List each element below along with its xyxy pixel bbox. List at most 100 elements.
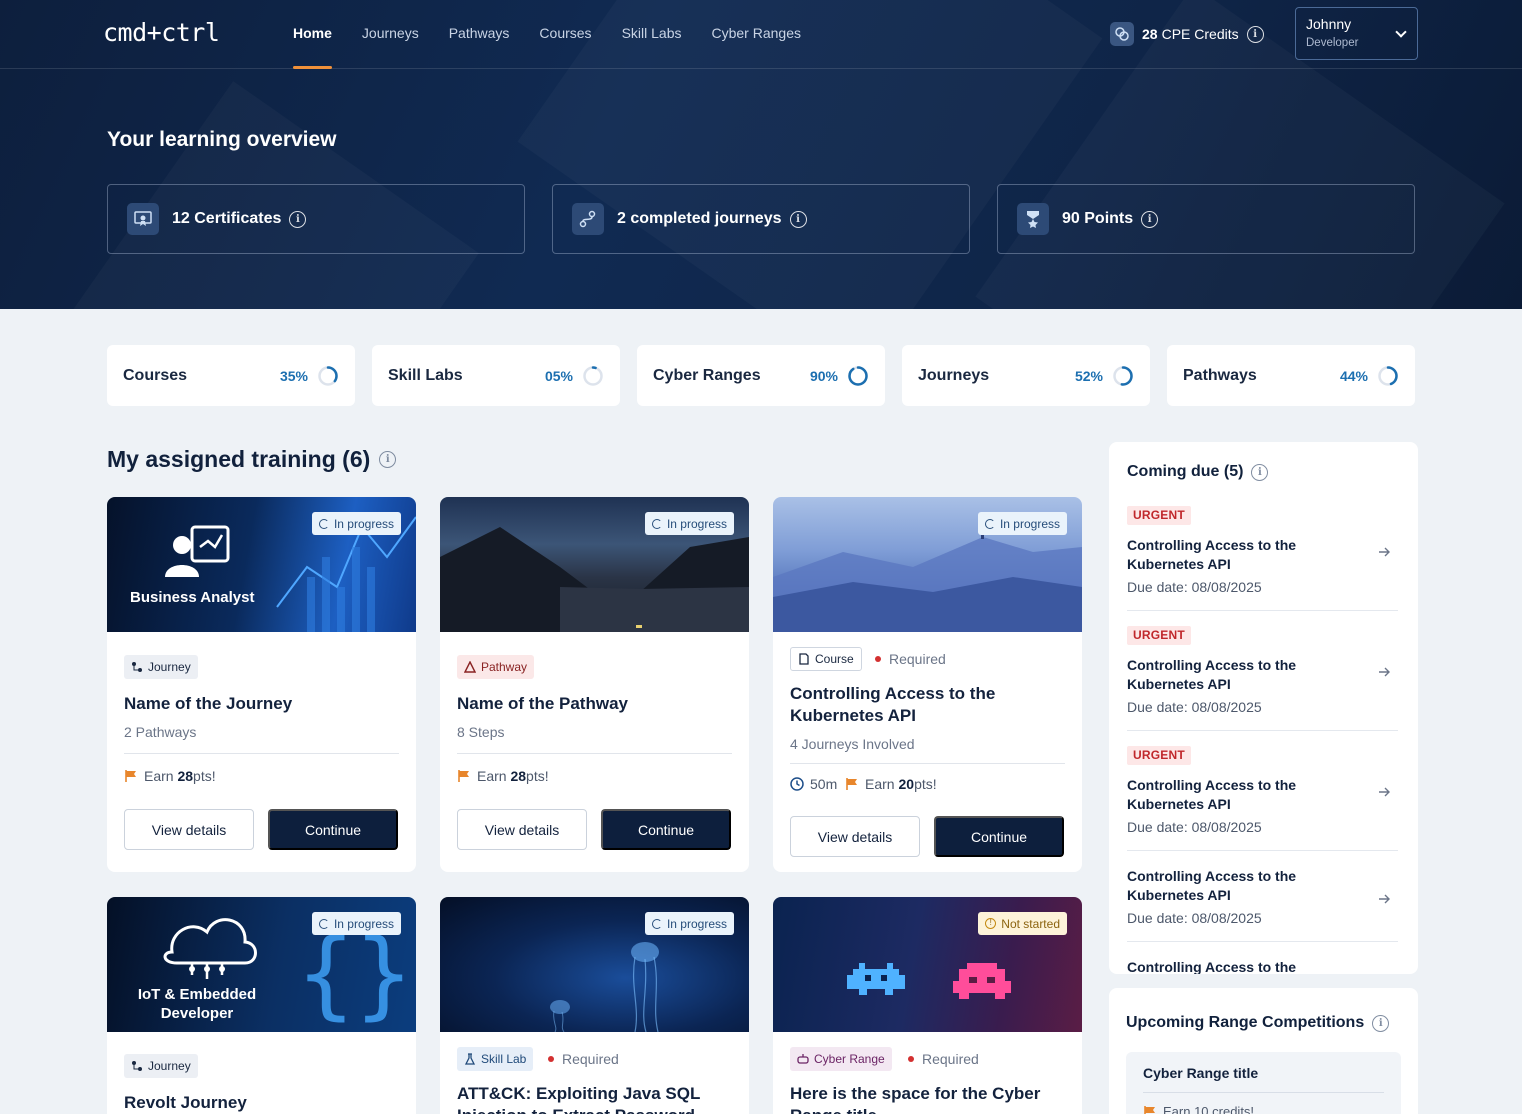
progress-courses[interactable]: Courses 35%: [107, 345, 355, 406]
due-item[interactable]: Controlling Access to the: [1127, 958, 1398, 974]
card-image: ! Not started: [773, 897, 1082, 1032]
due-item-title: Controlling Access to the Kubernetes API: [1127, 867, 1357, 905]
view-details-button[interactable]: View details: [457, 809, 587, 850]
nav-skill-labs[interactable]: Skill Labs: [622, 0, 682, 69]
status-text: In progress: [999, 516, 1060, 531]
progress-ring-track: [583, 365, 603, 386]
coming-due-panel: Coming due (5) i URGENT Controlling Acce…: [1109, 442, 1418, 974]
due-date: Due date: 08/08/2025: [1127, 699, 1262, 715]
divider: [1127, 730, 1398, 731]
app-logo[interactable]: cmd+ctrl: [103, 18, 220, 47]
due-item-title-line: Kubernetes API: [1127, 887, 1231, 903]
nav-pathways[interactable]: Pathways: [449, 0, 510, 69]
arrow-right-icon[interactable]: [1378, 666, 1390, 678]
user-menu[interactable]: Johnny Developer: [1295, 7, 1418, 60]
progress-journeys[interactable]: Journeys 52%: [902, 345, 1150, 406]
continue-button[interactable]: Continue: [601, 809, 731, 850]
info-icon[interactable]: i: [1246, 25, 1264, 43]
urgent-badge: URGENT: [1127, 746, 1191, 765]
continue-button[interactable]: Continue: [934, 816, 1064, 857]
range-earn-text: Earn 10 credits!: [1163, 1104, 1255, 1114]
continue-button[interactable]: Continue: [268, 809, 398, 850]
main-nav: Home Journeys Pathways Courses Skill Lab…: [293, 0, 831, 69]
stat-journeys: 2 completed journeys i: [552, 184, 970, 254]
user-name: Johnny: [1306, 16, 1352, 32]
due-item[interactable]: URGENT Controlling Access to the Kuberne…: [1127, 746, 1398, 835]
card-title[interactable]: Revolt Journey: [124, 1092, 404, 1114]
arrow-right-icon[interactable]: [1378, 893, 1390, 905]
warning-icon: !: [985, 918, 997, 929]
flag-icon: [846, 778, 858, 790]
progress-pathways[interactable]: Pathways 44%: [1167, 345, 1415, 406]
info-icon[interactable]: i: [379, 451, 397, 468]
card-title[interactable]: ATT&CK: Exploiting Java SQL Injection to…: [457, 1083, 737, 1114]
progress-label: Courses: [123, 366, 188, 384]
info-icon[interactable]: i: [1141, 210, 1159, 228]
due-date: Due date: 08/08/2025: [1127, 579, 1262, 595]
card-title-line: ATT&CK: Exploiting Java SQL: [457, 1084, 701, 1103]
card-subtitle: 8 Steps: [457, 724, 505, 740]
range-title: Cyber Range title: [1143, 1065, 1259, 1081]
arrow-right-icon[interactable]: [1378, 546, 1390, 558]
divider: [790, 763, 1065, 764]
due-item-title-line: Kubernetes API: [1127, 796, 1231, 812]
earn-prefix: Earn: [144, 768, 174, 784]
earn-points: 50m Earn 20 pts!: [790, 776, 937, 792]
progress-label: Skill Labs: [388, 366, 463, 384]
nav-journeys[interactable]: Journeys: [362, 0, 419, 69]
progress-skill-labs[interactable]: Skill Labs 05%: [372, 345, 620, 406]
type-tag: Skill Lab: [457, 1047, 534, 1071]
user-role: Developer: [1306, 37, 1359, 49]
view-details-button[interactable]: View details: [124, 809, 254, 850]
status-text: Not started: [1001, 916, 1060, 931]
type-tag: Journey: [124, 1054, 198, 1078]
card-image: In progress: [440, 497, 749, 632]
arrow-right-icon[interactable]: [1378, 786, 1390, 798]
card-image: Business Analyst In progress: [107, 497, 416, 632]
due-item[interactable]: URGENT Controlling Access to the Kuberne…: [1127, 506, 1398, 595]
nav-courses[interactable]: Courses: [539, 0, 591, 69]
cpe-credits: 28 CPE Credits i: [1110, 22, 1264, 46]
range-competitions-title: Upcoming Range Competitions i: [1126, 1014, 1390, 1032]
progress-value: 35%: [279, 367, 308, 384]
type-tag-label: Journey: [148, 1059, 191, 1073]
card-title[interactable]: Name of the Pathway: [457, 693, 737, 715]
gamepad-icon: [797, 1054, 809, 1064]
earn-prefix: Earn: [477, 768, 507, 784]
training-card: Business Analyst In progress Journey Nam…: [107, 497, 416, 872]
info-icon[interactable]: i: [789, 210, 807, 228]
range-competition-card[interactable]: Cyber Range title Earn 10 credits!: [1126, 1052, 1401, 1114]
cpe-value: 28: [1142, 26, 1158, 42]
required-label: Required: [875, 651, 946, 667]
info-icon[interactable]: i: [1251, 463, 1269, 481]
progress-cyber-ranges[interactable]: Cyber Ranges 90%: [637, 345, 885, 406]
progress-value: 44%: [1339, 367, 1368, 384]
card-title[interactable]: Here is the space for the Cyber Range ti…: [790, 1083, 1070, 1114]
assigned-training-title-text: My assigned training (6): [107, 446, 371, 472]
credits-icon: [1110, 22, 1134, 46]
progress-value: 05%: [544, 367, 573, 384]
progress-ring-icon: [583, 365, 603, 386]
due-item[interactable]: Controlling Access to the Kubernetes API…: [1127, 867, 1398, 926]
nav-cyber-ranges[interactable]: Cyber Ranges: [711, 0, 801, 69]
nav-home[interactable]: Home: [293, 0, 332, 69]
info-icon[interactable]: i: [1372, 1014, 1390, 1032]
card-title[interactable]: Name of the Journey: [124, 693, 404, 715]
card-title-line: Here is the space for the Cyber: [790, 1084, 1041, 1103]
due-item[interactable]: URGENT Controlling Access to the Kuberne…: [1127, 626, 1398, 715]
progress-ring-fill: [848, 365, 868, 386]
info-icon[interactable]: i: [289, 210, 307, 228]
in-progress-icon: [318, 518, 329, 529]
cpe-label: CPE Credits: [1161, 26, 1239, 42]
required-label: Required: [548, 1051, 619, 1067]
earn-points: Earn 28 pts!: [457, 768, 549, 784]
type-tag-label: Pathway: [481, 660, 528, 674]
top-navigation-bar: cmd+ctrl Home Journeys Pathways Courses …: [0, 0, 1522, 69]
due-item-title-line: Kubernetes API: [1127, 676, 1231, 692]
journey-icon: [572, 203, 604, 235]
card-image: In progress: [440, 897, 749, 1032]
card-title[interactable]: Controlling Access to the Kubernetes API: [790, 683, 1070, 727]
progress-value: 52%: [1074, 367, 1103, 384]
document-icon: [799, 653, 809, 665]
view-details-button[interactable]: View details: [790, 816, 920, 857]
